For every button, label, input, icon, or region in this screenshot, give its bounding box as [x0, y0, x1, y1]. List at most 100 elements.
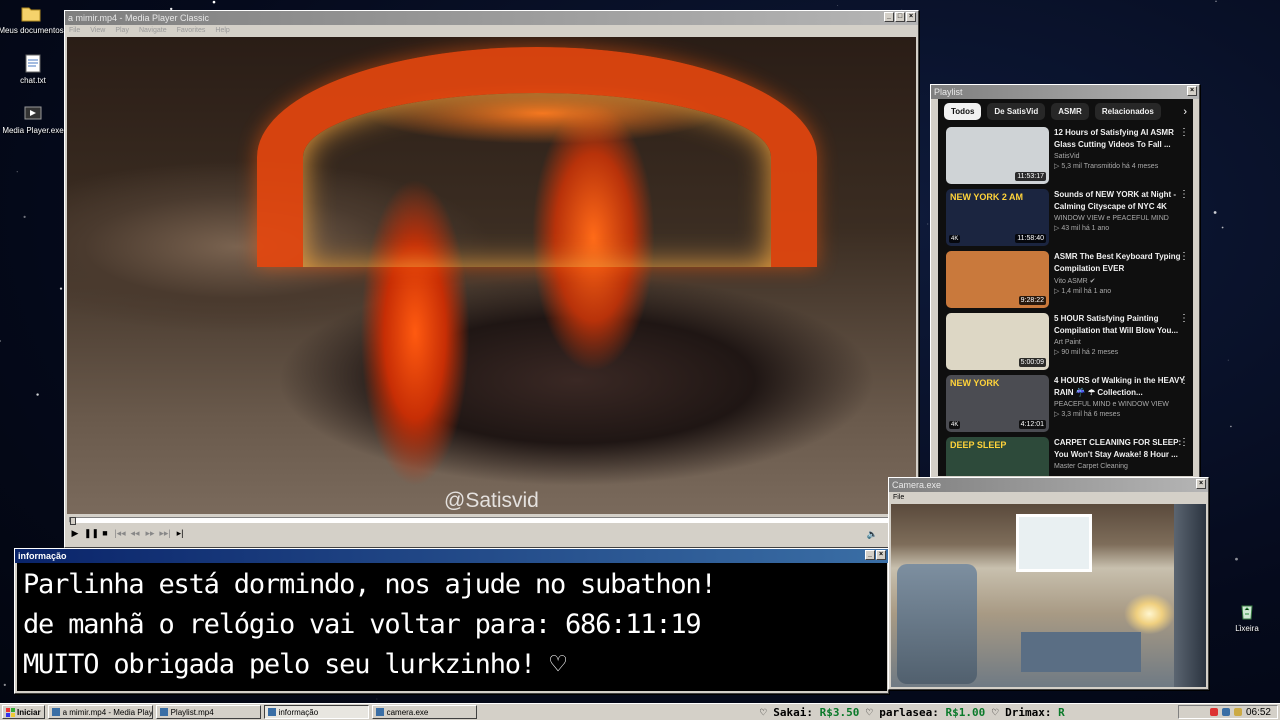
menu-file[interactable]: File — [893, 494, 904, 501]
media-player-titlebar[interactable]: a mimir.mp4 - Media Player Classic _ □ × — [65, 11, 918, 25]
start-button[interactable]: Iniciar — [2, 705, 45, 719]
maximize-button[interactable]: □ — [895, 12, 905, 22]
rewind-icon[interactable]: ◂◂ — [129, 527, 141, 539]
donation-ticker: ♡ Sakai: R$3.50 ♡ parlasea: R$1.00 ♡ Dri… — [760, 704, 1170, 720]
playlist-video-item[interactable]: 9:28:22 ASMR The Best Keyboard Typing Co… — [938, 248, 1193, 310]
video-meta: ▷ 90 mil há 2 meses — [1054, 349, 1119, 356]
seek-thumb[interactable] — [70, 517, 76, 525]
desktop-icon-label: chat.txt — [20, 76, 46, 85]
tray-volume-icon[interactable] — [1233, 708, 1242, 716]
video-thumbnail[interactable]: 5:00:09 — [946, 313, 1049, 370]
close-button[interactable]: × — [1196, 479, 1206, 489]
tray-alert-icon[interactable] — [1209, 708, 1218, 716]
playlist-video-item[interactable]: DEEP SLEEP CARPET CLEANING FOR SLEEP: Yo… — [938, 434, 1193, 476]
video-channel[interactable]: SatisVid — [1054, 153, 1189, 160]
frame-step-icon[interactable]: ▸| — [174, 527, 186, 539]
tray-network-icon[interactable] — [1221, 708, 1230, 716]
video-title[interactable]: 4 HOURS of Walking in the HEAVY RAIN ☔ ☂… — [1054, 375, 1189, 399]
video-title[interactable]: 12 Hours of Satisfying AI ASMR Glass Cut… — [1054, 127, 1189, 151]
more-options-icon[interactable]: ⋮ — [1179, 251, 1189, 262]
video-info: 4 HOURS of Walking in the HEAVY RAIN ☔ ☂… — [1054, 375, 1189, 431]
room-curtain — [1174, 504, 1206, 687]
video-thumbnail[interactable]: 9:28:22 — [946, 251, 1049, 308]
chip-de-satisvid[interactable]: De SatisVid — [987, 103, 1046, 120]
task-label: a mimir.mp4 - Media Playe... — [62, 707, 153, 717]
playlist-video-item[interactable]: 5:00:09 5 HOUR Satisfying Painting Compi… — [938, 310, 1193, 372]
more-options-icon[interactable]: ⋮ — [1179, 375, 1189, 386]
seek-bar[interactable] — [69, 517, 915, 525]
menu-favorites[interactable]: Favorites — [177, 27, 206, 34]
chip-asmr[interactable]: ASMR — [1051, 103, 1089, 120]
star — [59, 287, 63, 290]
room-table — [1021, 632, 1141, 672]
more-options-icon[interactable]: ⋮ — [1179, 313, 1189, 324]
volume-icon[interactable]: 🔈 — [867, 529, 878, 540]
taskbar-button[interactable]: camera.exe — [371, 705, 477, 719]
playlist-window[interactable]: Playlist × Todos De SatisVid ASMR Relaci… — [930, 84, 1200, 480]
media-player-window[interactable]: a mimir.mp4 - Media Player Classic _ □ ×… — [64, 10, 919, 548]
taskbar: Iniciar a mimir.mp4 - Media Playe... Play… — [0, 703, 1280, 720]
skip-back-icon[interactable]: |◂◂ — [114, 527, 126, 539]
video-thumbnail[interactable]: NEW YORK 2 AM 4K 11:58:40 — [946, 189, 1049, 246]
menu-navigate[interactable]: Navigate — [139, 27, 167, 34]
playlist-video-item[interactable]: NEW YORK 2 AM 4K 11:58:40 Sounds of NEW … — [938, 186, 1193, 248]
taskbar-button[interactable]: informação — [263, 705, 369, 719]
video-title[interactable]: Sounds of NEW YORK at Night - Calming Ci… — [1054, 189, 1189, 213]
skip-forward-icon[interactable]: ▸▸| — [159, 527, 171, 539]
quality-badge: 4K — [949, 235, 961, 243]
video-info: 5 HOUR Satisfying Painting Compilation t… — [1054, 313, 1189, 369]
video-channel[interactable]: WINDOW VIEW e PEACEFUL MIND — [1054, 215, 1189, 222]
playlist-video-item[interactable]: 11:53:17 12 Hours of Satisfying AI ASMR … — [938, 124, 1193, 186]
video-duration: 4:12:01 — [1018, 420, 1046, 429]
stop-icon[interactable]: ■ — [99, 527, 111, 539]
video-title[interactable]: CARPET CLEANING FOR SLEEP: You Won't Sta… — [1054, 437, 1189, 461]
chevron-right-icon[interactable]: › — [1183, 106, 1187, 118]
desktop-icon-documents[interactable]: Meus documentos — [0, 2, 66, 35]
playlist-titlebar[interactable]: Playlist × — [931, 85, 1199, 99]
more-options-icon[interactable]: ⋮ — [1179, 127, 1189, 138]
taskbar-button[interactable]: Playlist.mp4 — [155, 705, 261, 719]
menu-play[interactable]: Play — [115, 27, 129, 34]
minimize-button[interactable]: _ — [865, 550, 875, 560]
window-title: informação — [18, 551, 67, 561]
menu-file[interactable]: File — [69, 27, 80, 34]
desktop-icon-chat[interactable]: chat.txt — [0, 52, 68, 85]
chip-relacionados[interactable]: Relacionados — [1094, 103, 1161, 120]
more-options-icon[interactable]: ⋮ — [1179, 189, 1189, 200]
video-channel[interactable]: PEACEFUL MIND e WINDOW VIEW — [1054, 401, 1189, 408]
pause-icon[interactable]: ❚❚ — [84, 527, 99, 539]
video-title[interactable]: ASMR The Best Keyboard Typing Compilatio… — [1054, 251, 1189, 275]
desktop-icon-label: Media Player.exe — [2, 126, 64, 135]
video-display[interactable]: @Satisvid — [67, 37, 916, 514]
video-meta: ▷ 43 mil há 1 ano — [1054, 225, 1110, 232]
close-button[interactable]: × — [876, 550, 886, 560]
video-info: 12 Hours of Satisfying AI ASMR Glass Cut… — [1054, 127, 1189, 183]
info-window[interactable]: informação _ × Parlinha está dormindo, n… — [14, 548, 889, 694]
info-titlebar[interactable]: informação _ × — [15, 549, 888, 563]
desktop-icon-media-player[interactable]: Media Player.exe — [0, 102, 68, 135]
video-duration: 5:00:09 — [1018, 358, 1046, 367]
playlist-video-item[interactable]: NEW YORK 4K 4:12:01 4 HOURS of Walking i… — [938, 372, 1193, 434]
video-thumbnail[interactable]: 11:53:17 — [946, 127, 1049, 184]
menu-view[interactable]: View — [90, 27, 105, 34]
video-thumbnail[interactable]: DEEP SLEEP — [946, 437, 1049, 476]
video-thumbnail[interactable]: NEW YORK 4K 4:12:01 — [946, 375, 1049, 432]
camera-window[interactable]: Camera.exe × File — [888, 477, 1209, 690]
star — [837, 5, 839, 6]
taskbar-button[interactable]: a mimir.mp4 - Media Playe... — [47, 705, 153, 719]
fast-forward-icon[interactable]: ▸▸ — [144, 527, 156, 539]
video-channel[interactable]: Vito ASMR ✔ — [1054, 277, 1189, 285]
star — [1227, 359, 1229, 361]
camera-titlebar[interactable]: Camera.exe × — [889, 478, 1208, 492]
close-button[interactable]: × — [1187, 86, 1197, 96]
menu-help[interactable]: Help — [215, 27, 229, 34]
close-button[interactable]: × — [906, 12, 916, 22]
play-icon[interactable]: ▶ — [69, 527, 81, 539]
video-channel[interactable]: Master Carpet Cleaning — [1054, 463, 1189, 470]
video-title[interactable]: 5 HOUR Satisfying Painting Compilation t… — [1054, 313, 1189, 337]
minimize-button[interactable]: _ — [884, 12, 894, 22]
more-options-icon[interactable]: ⋮ — [1179, 437, 1189, 448]
chip-todos[interactable]: Todos — [944, 103, 982, 120]
video-channel[interactable]: Art Paint — [1054, 339, 1189, 346]
desktop-icon-recycle-bin[interactable]: Lixeira — [1212, 600, 1280, 633]
